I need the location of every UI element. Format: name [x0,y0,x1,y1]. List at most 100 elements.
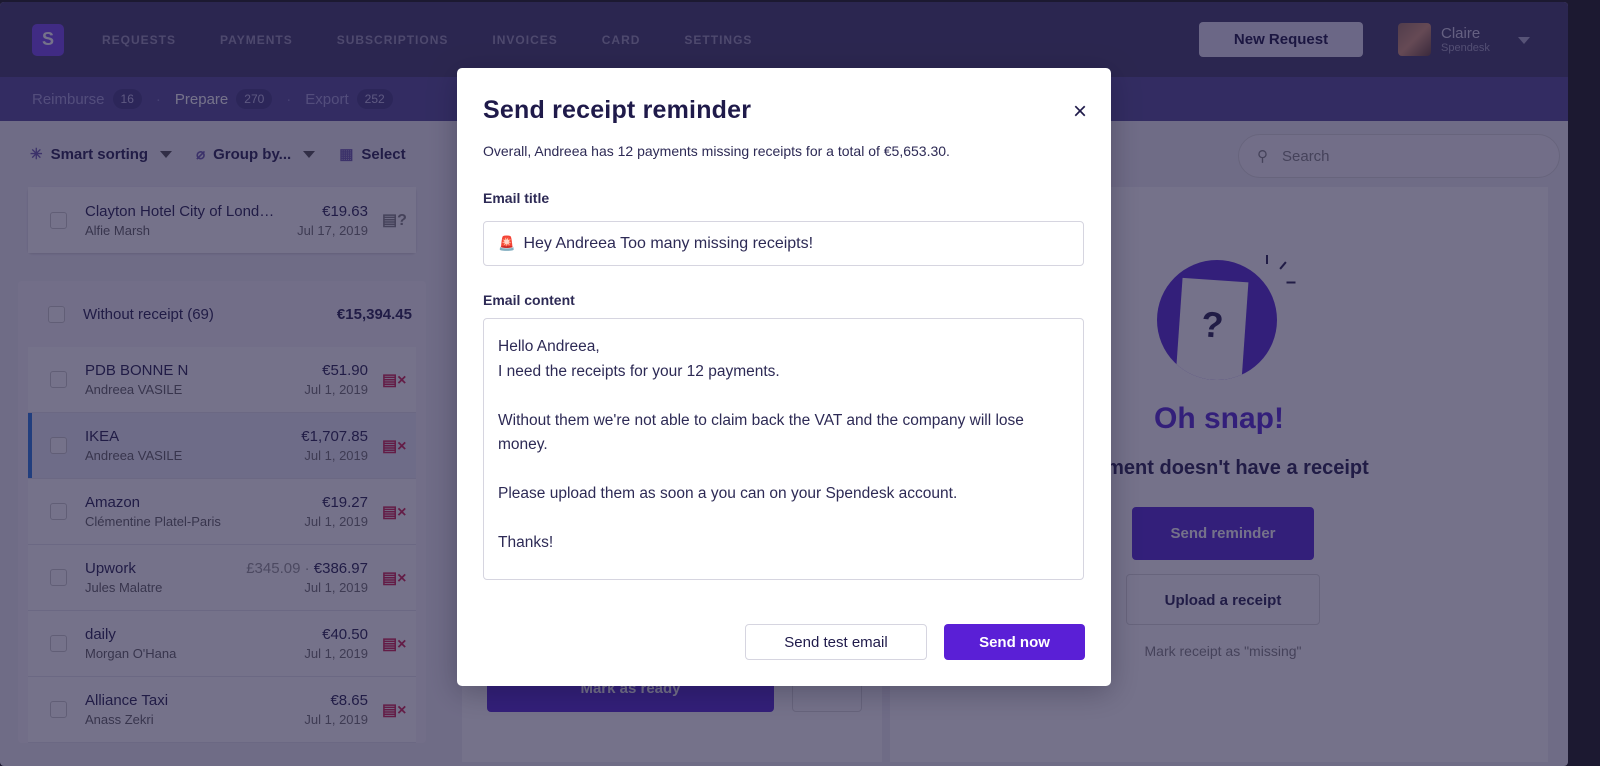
nav-invoices[interactable]: INVOICES [492,33,557,47]
send-now-button[interactable]: Send now [944,624,1085,660]
missing-receipt-icon: ▤× [382,569,407,587]
list-item[interactable]: Clayton Hotel City of London Alfie Marsh … [28,187,416,253]
modal-summary: Overall, Andreea has 12 payments missing… [483,143,950,159]
payment-user: Andreea VASILE [85,382,183,397]
list-item[interactable]: Alliance Taxi Anass Zekri €8.65 Jul 1, 201… [28,677,416,743]
tab-prepare[interactable]: Prepare 270 [174,89,273,109]
upload-receipt-button[interactable]: Upload a receipt [1126,574,1320,625]
payment-name: daily [85,626,116,643]
payment-list: Clayton Hotel City of London Alfie Marsh … [18,187,426,743]
payment-amount: €40.50 [322,626,368,643]
checkbox[interactable] [50,503,67,520]
tab-reimburse[interactable]: Reimburse 16 [32,89,142,109]
top-nav: S REQUESTS PAYMENTS SUBSCRIPTIONS INVOIC… [0,2,1568,77]
search-icon: ⚲ [1257,148,1268,165]
spark-icon [1266,255,1268,264]
checkbox[interactable] [50,371,67,388]
checkbox[interactable] [50,569,67,586]
top-card: Clayton Hotel City of London Alfie Marsh … [28,187,416,253]
group-by-dropdown[interactable]: ⌀ Group by... [196,145,316,163]
separator: · [155,90,161,108]
payment-name: PDB BONNE N [85,362,189,379]
count-badge: 270 [236,89,273,109]
close-icon[interactable]: × [1073,100,1087,124]
missing-receipt-icon: ▤× [382,437,407,455]
checkbox[interactable] [50,635,67,652]
nav-payments[interactable]: PAYMENTS [220,33,293,47]
spendesk-logo[interactable]: S [32,23,64,56]
send-reminder-button[interactable]: Send reminder [1132,507,1314,560]
payment-date: Jul 1, 2019 [304,382,368,397]
modal-title: Send receipt reminder [483,96,752,124]
count-badge: 16 [112,89,142,109]
payment-user: Alfie Marsh [85,222,151,238]
payment-amount: €19.63 [322,202,368,220]
payment-rows: PDB BONNE N Andreea VASILE €51.90 Jul 1, 2… [18,347,426,743]
payment-name: Alliance Taxi [85,692,169,709]
tab-label: Prepare [174,90,229,108]
spark-icon [1279,261,1287,270]
select-label: Select [361,145,406,163]
user-menu[interactable]: Claire Spendesk [1398,23,1530,56]
checkbox[interactable] [50,211,67,229]
email-content-textarea[interactable]: Hello Andreea, I need the receipts for y… [483,318,1084,580]
payment-user: Clémentine Platel-Paris [85,514,221,529]
group-header[interactable]: Without receipt (69) €15,394.45 [18,281,426,347]
select-date-dropdown[interactable]: ▦ Select [339,145,406,164]
payment-date: Jul 1, 2019 [304,712,368,727]
nav-card[interactable]: CARD [602,33,641,47]
list-item[interactable]: daily Morgan O'Hana €40.50 Jul 1, 2019 ▤× [28,611,416,677]
list-item[interactable]: PDB BONNE N Andreea VASILE €51.90 Jul 1, 2… [28,347,416,413]
payment-name: IKEA [85,428,120,445]
siren-icon: 🚨 [498,235,516,251]
payment-date: Jul 1, 2019 [304,514,368,529]
user-name: Claire [1441,25,1481,42]
missing-receipt-icon: ▤× [382,635,407,653]
list-item[interactable]: Amazon Clémentine Platel-Paris €19.27 Jul … [28,479,416,545]
payment-date: Jul 1, 2019 [304,580,368,595]
send-test-email-button[interactable]: Send test email [745,624,927,660]
receipt-icon: ? [1175,277,1249,380]
user-org: Spendesk [1441,42,1490,54]
payment-name: Upwork [85,560,136,577]
nav-settings[interactable]: SETTINGS [684,33,752,47]
payment-amount: €386.97 [313,560,368,577]
new-request-button[interactable]: New Request [1199,22,1363,57]
nav-requests[interactable]: REQUESTS [102,33,176,47]
missing-receipt-icon: ▤× [382,371,407,389]
magic-wand-icon: ✳ [30,146,43,163]
tab-label: Reimburse [32,90,105,108]
tab-export[interactable]: Export 252 [305,89,393,109]
checkbox[interactable] [50,437,67,454]
chevron-down-icon[interactable] [1518,37,1530,44]
checkbox[interactable] [50,701,67,718]
payment-name: Amazon [85,494,141,511]
email-content-label: Email content [483,292,575,308]
tab-label: Export [305,90,349,108]
receipt-unknown-icon: ▤? [382,212,407,229]
nav-subscriptions[interactable]: SUBSCRIPTIONS [337,33,449,47]
group-label: Without receipt (69) [83,305,214,323]
missing-receipt-icon: ▤× [382,701,407,719]
without-receipt-group: Without receipt (69) €15,394.45 PDB BONN… [18,281,426,743]
avatar [1398,23,1431,56]
group-checkbox[interactable] [48,305,65,323]
original-currency-amount: £345.09 · [246,560,314,577]
list-item[interactable]: Upwork Jules Malatre £345.09 · €386.97 Jul… [28,545,416,611]
email-title-input[interactable]: 🚨 Hey Andreea Too many missing receipts! [483,221,1084,266]
list-item[interactable]: IKEA Andreea VASILE €1,707.85 Jul 1, 2019 … [28,413,416,479]
mark-missing-link[interactable]: Mark receipt as "missing" [1130,643,1316,659]
modal-actions: Send test email Send now [745,624,1085,660]
smart-sorting-dropdown[interactable]: ✳ Smart sorting [30,145,173,163]
missing-receipt-icon: ▤× [382,503,407,521]
send-receipt-reminder-modal: Send receipt reminder × Overall, Andreea… [457,68,1111,686]
payment-user: Anass Zekri [85,712,154,727]
group-by-label: Group by... [213,145,292,163]
payment-date: Jul 1, 2019 [304,448,368,463]
search-input[interactable]: ⚲ Search [1238,134,1560,178]
payment-amount: €8.65 [330,692,368,709]
count-badge: 252 [356,89,393,109]
email-title-value: Hey Andreea Too many missing receipts! [523,234,814,252]
search-placeholder: Search [1282,147,1330,165]
smart-sorting-label: Smart sorting [50,145,149,163]
